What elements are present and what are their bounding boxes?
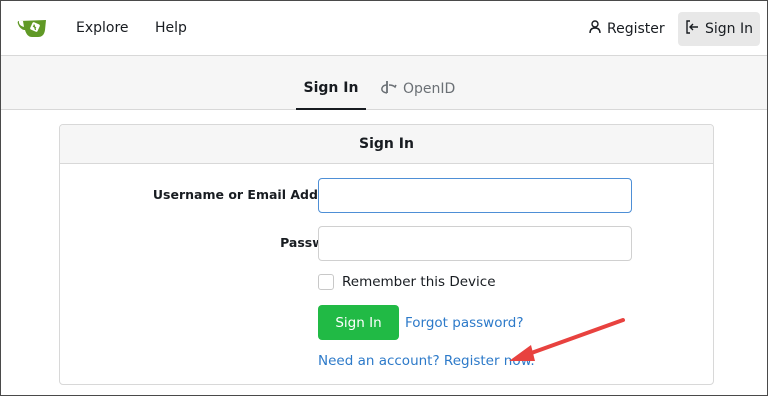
- nav-explore-link[interactable]: Explore: [76, 20, 129, 36]
- remember-device-option[interactable]: Remember this Device: [318, 274, 496, 290]
- tab-openid-label: OpenID: [403, 81, 456, 97]
- tab-signin[interactable]: Sign In: [296, 80, 366, 110]
- remember-device-label: Remember this Device: [342, 274, 496, 290]
- auth-tabs: Sign In OpenID: [1, 56, 767, 110]
- tab-signin-label: Sign In: [303, 80, 359, 96]
- page-frame: Explore Help Register Sign In Sign In Op…: [0, 0, 768, 396]
- nav-signin-button[interactable]: Sign In: [678, 12, 760, 46]
- nav-signin-label: Sign In: [705, 21, 753, 37]
- nav-register-label: Register: [607, 21, 665, 37]
- sign-in-icon: [685, 20, 699, 38]
- nav-register-link[interactable]: Register: [589, 20, 665, 38]
- annotation-arrow-icon: [509, 318, 625, 361]
- username-input[interactable]: [318, 178, 632, 213]
- signin-submit-button[interactable]: Sign In: [318, 305, 399, 340]
- tab-openid[interactable]: OpenID: [381, 80, 455, 98]
- remember-device-checkbox[interactable]: [318, 274, 334, 290]
- signin-form-header: Sign In: [60, 125, 713, 164]
- top-navbar: Explore Help Register Sign In: [1, 1, 767, 56]
- gitea-teacup-icon[interactable]: [17, 15, 47, 41]
- password-input[interactable]: [318, 226, 632, 261]
- openid-icon: [381, 80, 397, 98]
- person-icon: [589, 20, 601, 38]
- nav-help-link[interactable]: Help: [155, 20, 187, 36]
